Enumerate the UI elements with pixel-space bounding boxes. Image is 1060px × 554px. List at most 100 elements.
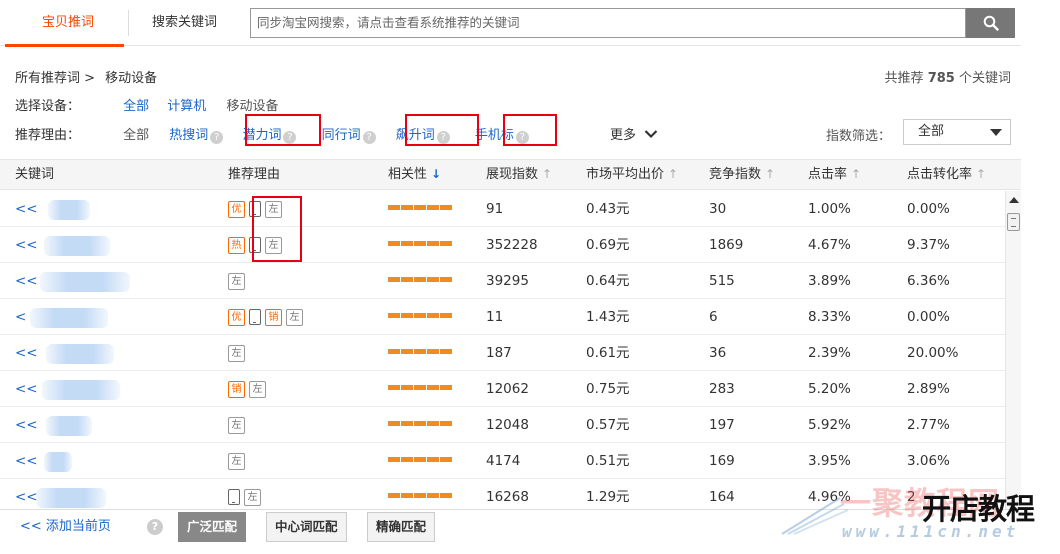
relevance-segment [414, 241, 426, 246]
reason-option-all[interactable]: 全部 [123, 128, 149, 143]
col-price-label: 市场平均出价 [586, 167, 665, 182]
table-row[interactable]: < 优 销左 11 1.43元 6 8.33% 0.00% [0, 299, 1005, 335]
competition-value: 36 [709, 345, 727, 361]
relevance-bar [388, 241, 452, 249]
reason-option-peer[interactable]: 同行词? [322, 128, 376, 144]
index-filter-value: 全部 [918, 124, 945, 139]
chevron-down-icon [644, 130, 658, 139]
sort-up-icon[interactable]: ↑ [668, 160, 678, 189]
ctr-value: 3.89% [808, 273, 851, 289]
highlight-box-rising [405, 114, 479, 146]
avg-price-value: 0.69元 [586, 237, 630, 253]
col-ctr[interactable]: 点击率 ↑ [808, 160, 861, 189]
reason-hot-label: 热搜词 [169, 128, 209, 143]
ctr-value: 5.92% [808, 417, 851, 433]
relevance-segment [427, 241, 439, 246]
competition-value: 1869 [709, 237, 744, 253]
table-row[interactable]: << 销左 12062 0.75元 283 5.20% 2.89% [0, 371, 1005, 407]
relevance-segment [414, 493, 426, 498]
col-exposure[interactable]: 展现指数 ↑ [486, 160, 552, 189]
device-option-all[interactable]: 全部 [123, 99, 149, 114]
reason-option-hot[interactable]: 热搜词? [169, 128, 224, 144]
reason-badge: 左 [228, 416, 245, 434]
add-keyword-link[interactable]: << [15, 479, 38, 509]
sort-up-icon[interactable]: ↑ [976, 160, 986, 189]
count-prefix: 共推荐 [884, 71, 924, 86]
avg-price-value: 0.43元 [586, 201, 630, 217]
tab-item-recommend[interactable]: 宝贝推词 [5, 10, 124, 47]
col-competition-label: 竞争指数 [709, 167, 762, 182]
sort-up-icon[interactable]: ↑ [542, 160, 552, 189]
reason-label: 推荐理由： [15, 128, 81, 143]
device-option-computer[interactable]: 计算机 [167, 99, 206, 114]
col-keyword: 关键词 [15, 167, 55, 182]
broad-match-button[interactable]: 广泛匹配 [178, 512, 247, 542]
relevance-bar [388, 205, 452, 213]
keyword-text-redacted [36, 488, 106, 508]
sort-up-icon[interactable]: ↑ [851, 160, 861, 189]
sort-up-icon[interactable]: ↑ [765, 160, 775, 189]
col-relevance[interactable]: 相关性 ↓ [388, 160, 441, 189]
table-row[interactable]: << 左 12048 0.57元 197 5.92% 2.77% [0, 407, 1005, 443]
relevance-segment [414, 349, 426, 354]
relevance-segment [388, 277, 400, 282]
scroll-thumb[interactable] [1007, 213, 1020, 231]
add-keyword-link[interactable]: << [15, 191, 38, 227]
col-cvr[interactable]: 点击转化率 ↑ [907, 160, 986, 189]
vertical-scrollbar[interactable] [1005, 191, 1021, 509]
exposure-value: 12062 [486, 381, 529, 397]
competition-value: 164 [709, 489, 735, 505]
help-icon[interactable]: ? [362, 131, 376, 144]
search-button[interactable] [966, 8, 1015, 38]
highlight-box-potential [245, 114, 321, 146]
add-keyword-link[interactable]: << [15, 407, 38, 443]
relevance-segment [414, 421, 426, 426]
cvr-value: 3.06% [907, 453, 950, 469]
table-row[interactable]: << 左 16268 1.29元 164 4.96% 2 [0, 479, 1005, 509]
relevance-segment [414, 205, 426, 210]
exposure-value: 12048 [486, 417, 529, 433]
relevance-segment [440, 241, 452, 246]
table-row[interactable]: << 左 39295 0.64元 515 3.89% 6.36% [0, 263, 1005, 299]
recommend-count: 共推荐 785 个关键词 [885, 67, 1011, 86]
table-row[interactable]: << 左 4174 0.51元 169 3.95% 3.06% [0, 443, 1005, 479]
exposure-value: 187 [486, 345, 512, 361]
keyword-text-redacted [30, 308, 108, 328]
add-keyword-link[interactable]: << [15, 335, 38, 371]
tab-search-keywords[interactable]: 搜索关键词 [152, 10, 242, 36]
add-keyword-link[interactable]: << [15, 371, 38, 407]
ctr-value: 3.95% [808, 453, 851, 469]
reason-badge: 销 [265, 308, 282, 326]
table-row[interactable]: << 优左 91 0.43元 30 1.00% 0.00% [0, 191, 1005, 227]
phrase-match-button[interactable]: 中心词匹配 [266, 512, 347, 542]
add-current-page-link[interactable]: << 添加当前页 [20, 510, 111, 544]
help-icon[interactable]: ? [147, 519, 163, 535]
device-option-mobile[interactable]: 移动设备 [226, 99, 278, 114]
relevance-segment [414, 313, 426, 318]
relevance-bar [388, 349, 452, 357]
table-row[interactable]: << 左 187 0.61元 36 2.39% 20.00% [0, 335, 1005, 371]
col-avg-price[interactable]: 市场平均出价 ↑ [586, 160, 678, 189]
keyword-text-redacted [42, 380, 120, 400]
avg-price-value: 1.43元 [586, 309, 630, 325]
scroll-up-icon[interactable] [1009, 197, 1019, 203]
more-reasons-toggle[interactable]: 更多 [610, 124, 658, 143]
add-keyword-link[interactable]: < [15, 299, 26, 335]
help-icon[interactable]: ? [210, 131, 224, 144]
relevance-segment [401, 349, 413, 354]
exact-match-button[interactable]: 精确匹配 [367, 512, 436, 542]
breadcrumb-root[interactable]: 所有推荐词 > [15, 71, 95, 86]
add-keyword-link[interactable]: << [15, 443, 38, 479]
sort-down-icon[interactable]: ↓ [431, 160, 441, 189]
breadcrumb-current: 移动设备 [105, 71, 158, 86]
reason-badge: 左 [286, 308, 303, 326]
search-icon [983, 15, 999, 31]
relevance-bar [388, 493, 452, 501]
add-keyword-link[interactable]: << [15, 227, 38, 263]
add-keyword-link[interactable]: << [15, 263, 38, 299]
competition-value: 515 [709, 273, 735, 289]
search-input[interactable]: 同步淘宝网搜索，请点击查看系统推荐的关键词 [250, 8, 966, 38]
index-filter-select[interactable]: 全部 [903, 119, 1011, 145]
table-row[interactable]: << 热左 352228 0.69元 1869 4.67% 9.37% [0, 227, 1005, 263]
col-competition[interactable]: 竞争指数 ↑ [709, 160, 775, 189]
